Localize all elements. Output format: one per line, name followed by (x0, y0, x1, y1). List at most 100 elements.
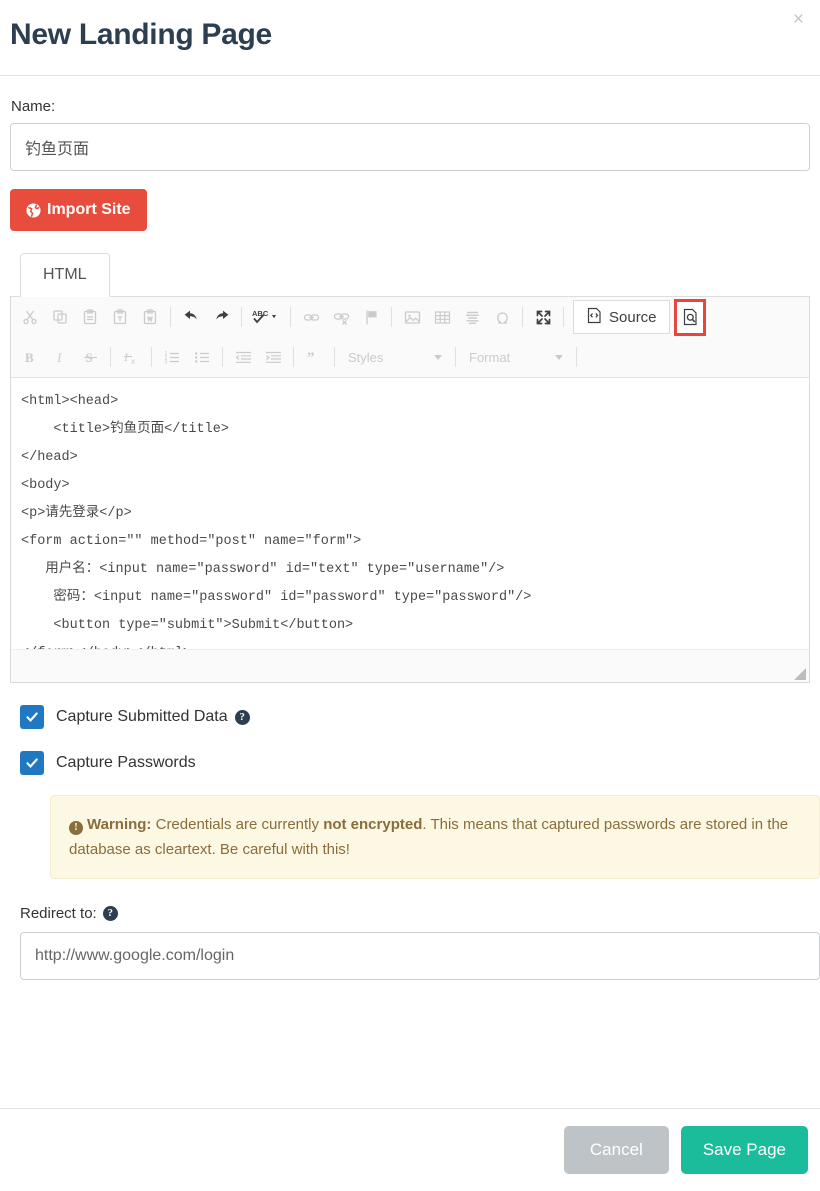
warning-icon: ! (69, 820, 83, 835)
capture-submitted-data-text: Capture Submitted Data (56, 708, 228, 725)
capture-submitted-data-label: Capture Submitted Data ? (56, 708, 250, 726)
toolbar-separator (222, 347, 223, 367)
strikethrough-icon[interactable]: S (75, 343, 105, 371)
svg-text:x: x (131, 357, 135, 366)
code-line: <title>钓鱼页面</title> (21, 422, 229, 437)
encryption-warning: ! Warning: Credentials are currently not … (50, 795, 820, 879)
modal-body: Name: Import Site HTML (0, 76, 820, 980)
svg-text:ABC: ABC (252, 309, 269, 318)
bold-icon[interactable]: B (15, 343, 45, 371)
copy-icon[interactable] (45, 303, 75, 331)
code-line: </head> (21, 450, 78, 465)
resize-handle-icon[interactable] (794, 668, 806, 680)
paste-from-word-icon[interactable] (135, 303, 165, 331)
format-dropdown-label: Format (469, 349, 511, 365)
code-line: 密码：<input name="password" id="password" … (21, 590, 532, 605)
numbered-list-icon[interactable]: 1 2 3 (157, 343, 187, 371)
capture-submitted-data-row: Capture Submitted Data ? (20, 705, 810, 729)
import-site-button[interactable]: Import Site (10, 189, 147, 231)
toolbar-separator (293, 347, 294, 367)
blockquote-icon[interactable]: ” (299, 343, 329, 371)
tab-html[interactable]: HTML (20, 253, 110, 297)
source-button-label: Source (609, 308, 657, 326)
capture-passwords-label: Capture Passwords (56, 754, 196, 772)
link-icon[interactable] (296, 303, 326, 331)
styles-dropdown-label: Styles (348, 349, 384, 365)
horizontal-rule-icon[interactable] (457, 303, 487, 331)
toolbar-separator (151, 347, 152, 367)
toolbar-separator (334, 347, 335, 367)
editor-box: ABC Source B I S x 1 2 3 ” Styles Format… (10, 297, 810, 683)
redirect-label: Redirect to: ? (20, 905, 810, 922)
source-button[interactable]: Source (573, 300, 670, 334)
cancel-button[interactable]: Cancel (563, 1126, 669, 1174)
source-code-area[interactable]: <html><head> <title>钓鱼页面</title> </head>… (11, 378, 809, 650)
paste-as-text-icon[interactable] (105, 303, 135, 331)
code-line: <p>请先登录</p> (21, 506, 132, 521)
toolbar-separator (576, 347, 577, 367)
code-line: <button type="submit">Submit</button> (21, 618, 354, 633)
chevron-down-icon (555, 354, 563, 360)
code-line: <form action="" method="post" name="form… (21, 534, 362, 549)
close-icon[interactable]: × (789, 8, 808, 31)
spellcheck-icon[interactable]: ABC (247, 303, 285, 331)
toolbar-separator (455, 347, 456, 367)
name-input[interactable] (10, 123, 810, 171)
toolbar-separator (170, 307, 171, 327)
styles-dropdown[interactable]: Styles (340, 345, 450, 369)
remove-format-icon[interactable]: Ix (116, 343, 146, 371)
html-editor: HTML ABC Source B I S x 1 2 3 ” Styles F… (10, 249, 810, 683)
modal-footer: Cancel Save Page (0, 1108, 820, 1191)
toolbar-row-1: ABC Source (11, 297, 809, 337)
code-line: </form></body></html> (21, 640, 799, 649)
decrease-indent-icon[interactable] (228, 343, 258, 371)
warning-prefix: Warning: (87, 816, 152, 833)
editor-toolbar: ABC Source B I S x 1 2 3 ” Styles Format (11, 297, 809, 378)
maximize-icon[interactable] (528, 303, 558, 331)
italic-icon[interactable]: I (45, 343, 75, 371)
svg-text:3: 3 (164, 359, 167, 365)
help-icon[interactable]: ? (102, 906, 118, 921)
bulleted-list-icon[interactable] (187, 343, 217, 371)
code-line: <html><head> (21, 394, 119, 409)
increase-indent-icon[interactable] (258, 343, 288, 371)
save-page-button[interactable]: Save Page (680, 1126, 808, 1174)
image-icon[interactable] (397, 303, 427, 331)
svg-text:I: I (56, 350, 62, 365)
name-label: Name: (11, 98, 56, 115)
toolbar-separator (563, 307, 564, 327)
table-icon[interactable] (427, 303, 457, 331)
toolbar-separator (241, 307, 242, 327)
paste-icon[interactable] (75, 303, 105, 331)
help-icon[interactable]: ? (234, 709, 250, 725)
editor-tab-strip: HTML (10, 249, 810, 297)
svg-text:B: B (25, 350, 34, 365)
format-dropdown[interactable]: Format (461, 345, 571, 369)
svg-text:”: ” (307, 350, 315, 366)
import-site-label: Import Site (47, 201, 131, 218)
chevron-down-icon (434, 354, 442, 360)
capture-passwords-text: Capture Passwords (56, 754, 196, 771)
unlink-icon[interactable] (326, 303, 356, 331)
toolbar-separator (522, 307, 523, 327)
source-code-icon (586, 307, 602, 328)
anchor-flag-icon[interactable] (356, 303, 386, 331)
undo-icon[interactable] (176, 303, 206, 331)
toolbar-row-2: B I S Ix 1 (11, 337, 809, 377)
modal-header: New Landing Page × (0, 0, 820, 76)
toolbar-separator (290, 307, 291, 327)
redirect-input-wrap (10, 932, 820, 980)
capture-passwords-row: Capture Passwords (20, 751, 810, 775)
preview-icon[interactable] (673, 298, 706, 336)
toolbar-separator (391, 307, 392, 327)
capture-submitted-data-checkbox[interactable] (20, 705, 44, 729)
redirect-input[interactable] (20, 932, 820, 980)
capture-passwords-checkbox[interactable] (20, 751, 44, 775)
code-line: 用户名：<input name="password" id="text" typ… (21, 562, 505, 577)
editor-footer (11, 650, 809, 682)
special-character-icon[interactable] (487, 303, 517, 331)
redo-icon[interactable] (206, 303, 236, 331)
toolbar-separator (110, 347, 111, 367)
cut-icon[interactable] (15, 303, 45, 331)
warning-emphasis: not encrypted (323, 816, 423, 833)
